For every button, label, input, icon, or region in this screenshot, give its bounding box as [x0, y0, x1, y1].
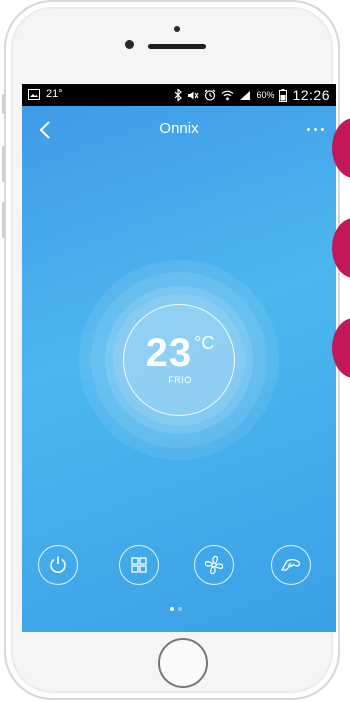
temperature-dial[interactable]: 23 °C FRIO: [123, 304, 235, 416]
home-button[interactable]: [158, 638, 208, 688]
mode-grid-icon: [131, 557, 147, 573]
app-bar: Onnix: [22, 106, 336, 154]
power-button[interactable]: [38, 545, 78, 585]
fan-button[interactable]: [194, 545, 234, 585]
swing-button[interactable]: [271, 545, 311, 585]
battery-icon: [279, 88, 288, 102]
page-dot: [178, 607, 182, 611]
alarm-icon: [204, 89, 216, 101]
page-indicator: [170, 607, 182, 611]
mute-icon: [187, 90, 199, 101]
proximity-sensor: [174, 26, 180, 32]
temperature-unit: °C: [194, 333, 215, 353]
battery-percent: 60%: [256, 90, 275, 100]
earpiece-speaker: [148, 44, 206, 49]
page-dot-active: [170, 607, 174, 611]
signal-icon: [239, 90, 251, 101]
mode-button[interactable]: [119, 545, 159, 585]
app-screen: 21° 60% 12:26 Onnix 23 °C FRIO: [22, 84, 336, 632]
mode-label: FRIO: [168, 375, 192, 385]
status-bar: 21° 60% 12:26: [22, 84, 336, 106]
fan-icon: [204, 555, 224, 575]
status-time: 12:26: [292, 87, 330, 103]
mute-switch: [2, 94, 5, 114]
volume-up-button: [2, 146, 5, 182]
gallery-icon: [28, 88, 40, 100]
page: 21° 60% 12:26 Onnix 23 °C FRIO: [0, 0, 350, 702]
status-temperature: 21°: [46, 88, 63, 100]
power-icon: [50, 556, 66, 573]
volume-down-button: [2, 202, 5, 238]
bluetooth-icon: [174, 89, 183, 101]
more-options-icon: [306, 127, 310, 131]
page-title: Onnix: [159, 120, 199, 137]
swing-icon: [280, 558, 301, 571]
temperature-value: 23: [145, 331, 193, 375]
front-camera: [125, 40, 134, 49]
wifi-icon: [221, 90, 234, 101]
more-options-button[interactable]: [302, 124, 328, 134]
